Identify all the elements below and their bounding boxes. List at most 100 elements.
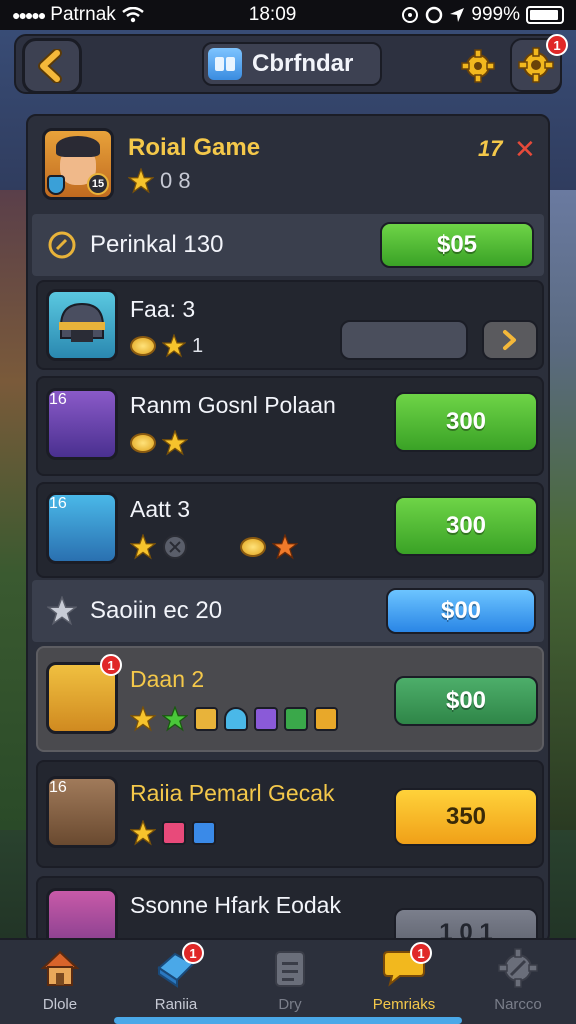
claim-button[interactable]: $00 bbox=[386, 588, 536, 634]
star-icon bbox=[130, 820, 156, 846]
star-icon bbox=[130, 706, 156, 732]
nav-label-active: Pemriaks bbox=[372, 996, 436, 1013]
orange-crate-icon bbox=[314, 707, 338, 731]
orange-star-icon bbox=[272, 534, 298, 560]
buy-button[interactable]: $00 bbox=[394, 676, 538, 726]
star-icon bbox=[128, 168, 154, 194]
bottom-nav-bar: Dlole 1 Raniia Dry 1 Pemriaks Narcco bbox=[0, 938, 576, 1024]
battery-percent: 999% bbox=[471, 4, 520, 25]
section-header-periodical: Perinkal 130 $05 bbox=[32, 214, 544, 276]
list-item: 16 Ranm Gosnl Polaan 300 bbox=[36, 376, 544, 476]
blue-arch-icon bbox=[224, 707, 248, 731]
star-icon bbox=[162, 430, 188, 456]
gold-gear-button[interactable] bbox=[458, 46, 498, 86]
nav-item-home[interactable]: Dlole bbox=[14, 946, 106, 1020]
gold-medal-icon bbox=[46, 229, 78, 261]
list-item: Ssonne Hfark Eodak 1 0 1 bbox=[36, 876, 544, 942]
player-level-badge: 15 bbox=[87, 173, 109, 195]
nav-notification-badge: 1 bbox=[410, 942, 432, 964]
list-item: Faa: 3 1 bbox=[36, 280, 544, 370]
hero-avatar[interactable]: 16 bbox=[46, 388, 118, 460]
events-panel: 15 Roial Game 0 8 17 ✕ Perinkal 130 $05 … bbox=[26, 114, 550, 944]
nav-item-narcco[interactable]: Narcco bbox=[472, 946, 564, 1020]
section-label: Perinkal 130 bbox=[90, 231, 224, 258]
calendar-cards-icon bbox=[208, 48, 242, 80]
back-button[interactable] bbox=[22, 38, 82, 94]
signal-dots-icon: ●●●●● bbox=[12, 7, 46, 23]
item-name: Aatt 3 bbox=[130, 496, 191, 522]
blue-gem-icon bbox=[192, 821, 216, 845]
star-icon bbox=[130, 534, 156, 560]
battery-icon bbox=[525, 6, 564, 24]
nav-label: Dlole bbox=[42, 996, 78, 1013]
reward-count: 1 bbox=[192, 334, 204, 357]
nav-label: Narcco bbox=[494, 996, 542, 1013]
alarm-icon bbox=[402, 7, 419, 23]
pink-gem-icon bbox=[162, 821, 186, 845]
green-star-icon bbox=[162, 706, 188, 732]
status-time: 18:09 bbox=[248, 4, 297, 25]
location-arrow-icon bbox=[450, 8, 465, 22]
hero-avatar[interactable]: 16 bbox=[46, 776, 118, 848]
list-item-selected: 1 Daan 2 $00 bbox=[36, 646, 544, 752]
panel-title: Roial Game bbox=[128, 134, 261, 161]
coin-icon bbox=[130, 336, 156, 356]
reward-list bbox=[130, 706, 338, 732]
helmet-avatar[interactable] bbox=[46, 289, 118, 361]
hero-notification-badge: 1 bbox=[100, 654, 122, 676]
chevron-left-icon bbox=[38, 49, 62, 83]
claim-button[interactable]: $05 bbox=[380, 222, 534, 268]
wifi-icon bbox=[121, 7, 144, 23]
header-star-count: 0 8 bbox=[160, 168, 191, 193]
item-name: Daan 2 bbox=[130, 666, 205, 692]
section-header-season: Saoiin ec 20 $00 bbox=[32, 580, 544, 642]
section-label: Saoiin ec 20 bbox=[90, 597, 223, 624]
progress-slot bbox=[340, 320, 468, 360]
home-indicator bbox=[114, 1017, 462, 1024]
player-avatar[interactable]: 15 bbox=[42, 128, 114, 200]
nav-item-permits[interactable]: 1 Pemriaks bbox=[358, 942, 450, 1020]
star-icon bbox=[162, 334, 186, 358]
hero-avatar[interactable] bbox=[46, 888, 118, 942]
nav-item-daily[interactable]: Dry bbox=[244, 946, 336, 1020]
top-nav-bar: Cbrfndar 1 bbox=[14, 34, 568, 94]
nav-notification-badge: 1 bbox=[182, 942, 204, 964]
panel-header: 15 Roial Game 0 8 17 ✕ bbox=[28, 116, 548, 212]
hero-level-badge: 16 bbox=[49, 495, 67, 512]
coin-stack-icon bbox=[240, 537, 266, 557]
page-title-pill: Cbrfndar bbox=[202, 42, 382, 86]
buy-button[interactable]: 300 bbox=[394, 392, 538, 452]
arrow-right-icon bbox=[503, 330, 516, 350]
house-icon bbox=[38, 946, 82, 990]
locked-token-icon bbox=[163, 535, 187, 559]
buy-button[interactable]: 300 bbox=[394, 496, 538, 556]
gold-crate-icon bbox=[194, 707, 218, 731]
hero-avatar[interactable]: 16 bbox=[46, 492, 118, 564]
list-item: 16 Raiia Pemarl Gecak 350 bbox=[36, 760, 544, 868]
nav-item-ranking[interactable]: 1 Raniia bbox=[130, 942, 222, 1020]
settings-notification-badge: 1 bbox=[546, 34, 568, 56]
reward-list bbox=[130, 820, 216, 846]
hero-level-badge: 16 bbox=[49, 391, 67, 408]
header-counter: 17 bbox=[478, 136, 503, 161]
close-icon[interactable]: ✕ bbox=[514, 134, 536, 165]
clipboard-icon bbox=[268, 946, 312, 990]
status-bar: ●●●●● Patrnak 18:09 999% bbox=[0, 0, 576, 30]
green-gem-icon bbox=[284, 707, 308, 731]
item-name: Raiia Pemarl Gecak bbox=[130, 780, 335, 806]
item-name: Ranm Gosnl Polaan bbox=[130, 392, 336, 418]
buy-button[interactable]: 350 bbox=[394, 788, 538, 846]
purple-gem-icon bbox=[254, 707, 278, 731]
item-name: Ssonne Hfark Eodak bbox=[130, 892, 341, 918]
carrier-name: Patrnak bbox=[50, 4, 116, 25]
gem-icon: 1 bbox=[154, 942, 204, 990]
reward-list bbox=[130, 534, 298, 560]
rotation-lock-icon bbox=[426, 6, 443, 24]
coin-stack-icon bbox=[130, 433, 156, 453]
locked-gear-icon bbox=[496, 946, 540, 990]
settings-button[interactable]: 1 bbox=[510, 34, 568, 92]
list-item: 16 Aatt 3 300 bbox=[36, 482, 544, 578]
shield-icon bbox=[47, 175, 65, 195]
go-button[interactable] bbox=[482, 320, 538, 360]
silver-star-icon bbox=[46, 595, 78, 627]
